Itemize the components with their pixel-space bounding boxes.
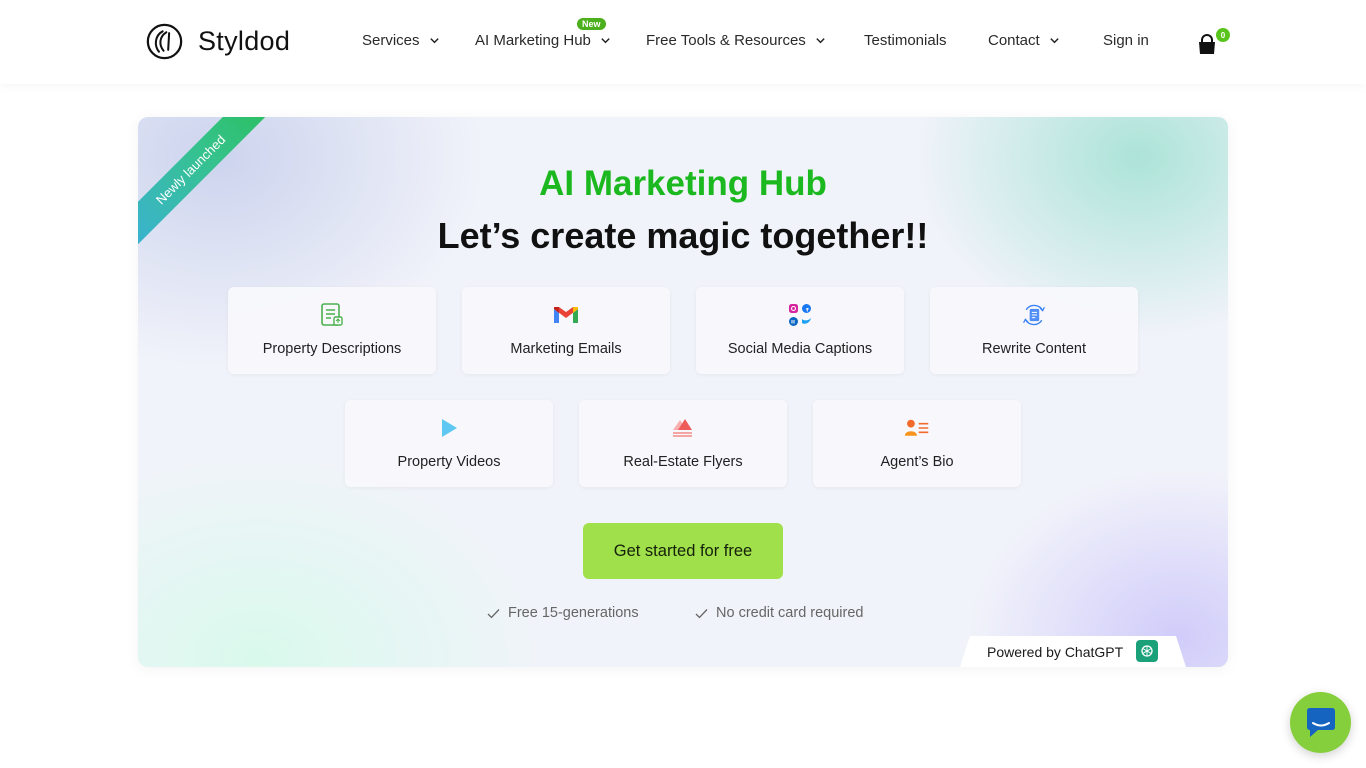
tool-label: Marketing Emails xyxy=(510,341,622,357)
ai-marketing-hub-card: Newly launched AI Marketing Hub Let’s cr… xyxy=(138,117,1228,667)
tool-social-media-captions[interactable]: Social Media Captions xyxy=(696,287,904,374)
tool-marketing-emails[interactable]: Marketing Emails xyxy=(462,287,670,374)
gmail-icon xyxy=(553,302,579,328)
nav-ai-marketing-hub[interactable]: AI Marketing Hub xyxy=(475,32,611,49)
powered-by-chatgpt-tab: Powered by ChatGPT xyxy=(960,636,1186,667)
tool-label: Real-Estate Flyers xyxy=(623,454,743,470)
powered-by-label: Powered by ChatGPT xyxy=(987,644,1124,660)
tool-rewrite-content[interactable]: Rewrite Content xyxy=(930,287,1138,374)
chat-widget-button[interactable] xyxy=(1290,692,1351,753)
flyer-icon xyxy=(670,415,696,441)
nav-testimonials-label: Testimonials xyxy=(864,32,947,49)
cart-count-badge: 0 xyxy=(1216,28,1230,42)
new-badge: New xyxy=(577,18,606,30)
check-icon xyxy=(487,608,500,618)
nav-free-tools-label: Free Tools & Resources xyxy=(646,32,806,49)
tool-property-descriptions[interactable]: Property Descriptions xyxy=(228,287,436,374)
nav-sign-in-label: Sign in xyxy=(1103,32,1149,49)
hero-title: AI Marketing Hub xyxy=(539,164,827,203)
tool-real-estate-flyers[interactable]: Real-Estate Flyers xyxy=(579,400,787,487)
tool-label: Property Descriptions xyxy=(262,341,402,357)
shopping-bag-icon[interactable] xyxy=(1196,34,1218,56)
nav-contact-label: Contact xyxy=(988,32,1040,49)
tool-label: Social Media Captions xyxy=(727,341,873,357)
chevron-down-icon xyxy=(1050,38,1059,44)
nav-testimonials[interactable]: Testimonials xyxy=(864,32,947,49)
brand-name: Styldod xyxy=(198,26,291,56)
nav-services[interactable]: Services xyxy=(362,32,440,49)
perk-no-credit-card: No credit card required xyxy=(695,605,864,621)
nav-free-tools[interactable]: Free Tools & Resources xyxy=(646,32,826,49)
perk-label: No credit card required xyxy=(716,605,864,621)
brand-logo[interactable]: Styldod xyxy=(146,23,290,60)
tool-property-videos[interactable]: Property Videos xyxy=(345,400,553,487)
perk-label: Free 15-generations xyxy=(508,605,639,621)
nav-ai-hub-label: AI Marketing Hub xyxy=(475,32,591,49)
chevron-down-icon xyxy=(816,38,825,44)
site-header: Styldod Services AI Marketing Hub New Fr… xyxy=(0,0,1366,84)
social-media-icon xyxy=(787,302,813,328)
tool-agents-bio[interactable]: Agent’s Bio xyxy=(813,400,1021,487)
check-icon xyxy=(695,608,708,618)
chat-bubble-icon xyxy=(1306,707,1335,737)
get-started-button[interactable]: Get started for free xyxy=(583,523,783,579)
chatgpt-icon xyxy=(1136,640,1158,662)
document-icon xyxy=(319,302,345,328)
nav-contact[interactable]: Contact xyxy=(988,32,1060,49)
play-icon xyxy=(436,415,462,441)
nav-services-label: Services xyxy=(362,32,420,49)
perk-free-generations: Free 15-generations xyxy=(487,605,639,621)
rewrite-icon xyxy=(1021,302,1047,328)
tool-label: Agent’s Bio xyxy=(880,454,954,470)
hero-subtitle: Let’s create magic together!! xyxy=(437,215,929,256)
tool-label: Rewrite Content xyxy=(982,341,1086,357)
nav-sign-in[interactable]: Sign in xyxy=(1103,32,1149,49)
styldod-logo-icon xyxy=(146,23,183,60)
chevron-down-icon xyxy=(601,38,610,44)
agent-bio-icon xyxy=(904,415,930,441)
tool-label: Property Videos xyxy=(397,454,501,470)
chevron-down-icon xyxy=(429,38,439,44)
